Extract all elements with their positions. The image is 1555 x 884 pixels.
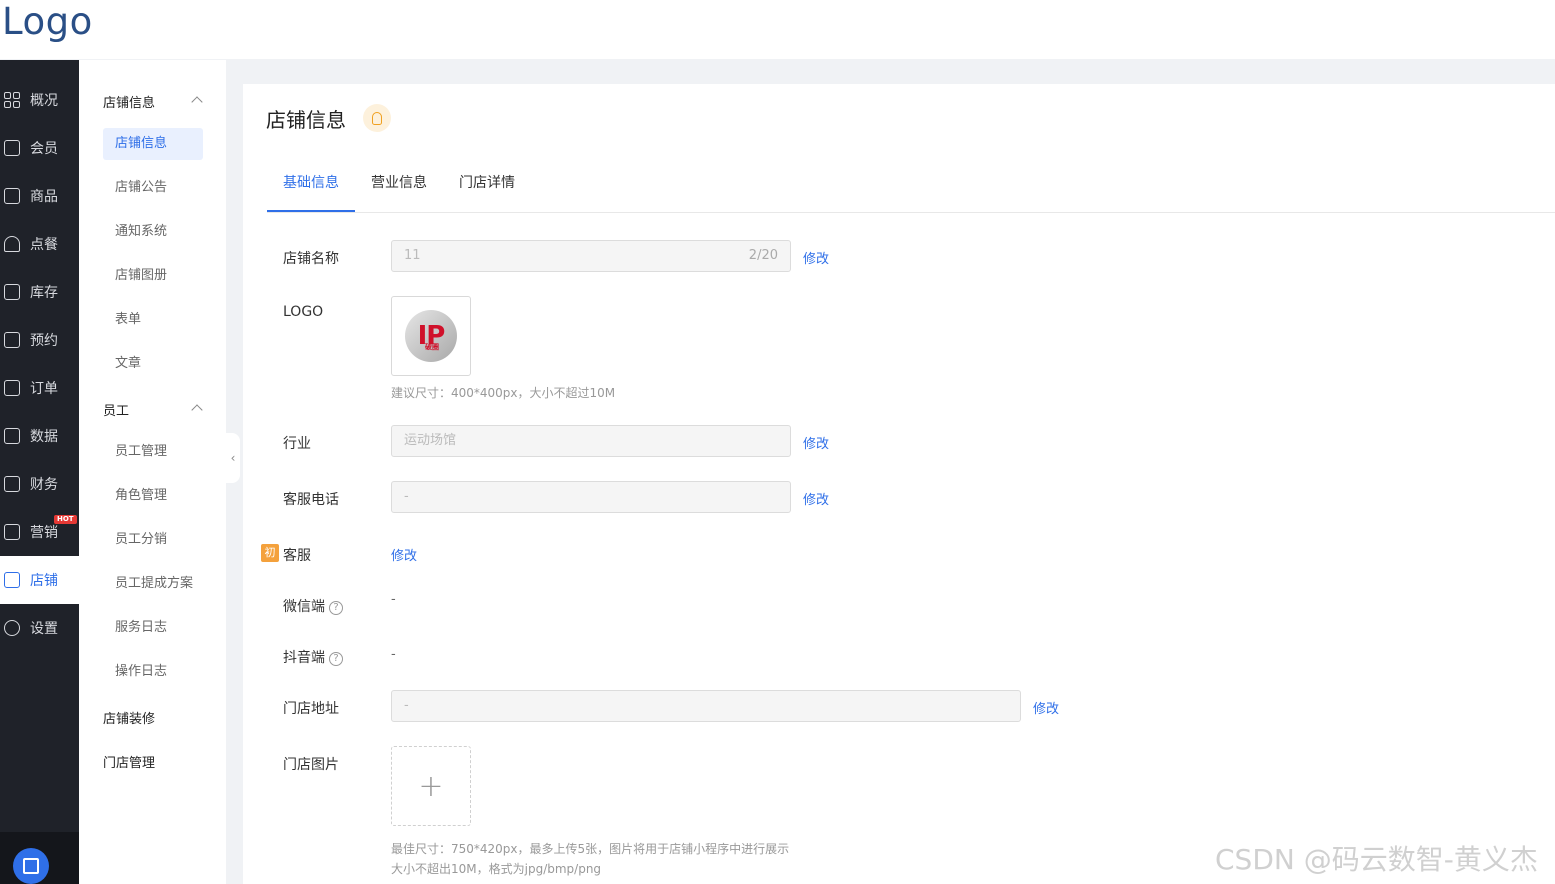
subnav-group-staff[interactable]: 员工: [103, 400, 129, 419]
edit-address-link[interactable]: 修改: [1033, 698, 1059, 717]
subnav-item-roles[interactable]: 角色管理: [103, 480, 203, 512]
tab-store-details[interactable]: 门店详情: [459, 172, 515, 192]
watermark: CSDN @码云数智-黄义杰: [1215, 843, 1538, 876]
floating-action-button[interactable]: [13, 848, 49, 884]
subnav-group-store-info[interactable]: 店铺信息: [103, 92, 155, 111]
subnav-item-form[interactable]: 表单: [103, 304, 203, 336]
help-icon[interactable]: ?: [329, 601, 343, 615]
chevron-left-icon: ‹: [230, 451, 236, 465]
help-icon[interactable]: ?: [329, 652, 343, 666]
nav-item-finance[interactable]: 财务: [0, 460, 79, 508]
nav-item-ordering[interactable]: 点餐: [0, 220, 79, 268]
edit-industry-link[interactable]: 修改: [803, 433, 829, 452]
nav-item-overview[interactable]: 概况: [0, 76, 79, 124]
shop-icon: [4, 188, 20, 204]
address-label: 门店地址: [283, 701, 339, 717]
hot-badge: HOT: [54, 515, 77, 524]
nav-item-orders[interactable]: 订单: [0, 364, 79, 412]
main-card: 店铺信息 基础信息 营业信息 门店详情 店铺名称 11 2/20 修改 LOGO…: [243, 84, 1555, 884]
photos-format-hint: 大小不超出10M，格式为jpg/bmp/png: [391, 862, 602, 876]
beginner-tag: 初: [261, 544, 279, 562]
nav-item-booking[interactable]: 预约: [0, 316, 79, 364]
chevron-up-icon[interactable]: [191, 96, 203, 108]
subnav-item-service-log[interactable]: 服务日志: [103, 612, 203, 644]
logo-hint: 建议尺寸：400*400px，大小不超过10M: [391, 386, 616, 400]
subnav-item-operation-log[interactable]: 操作日志: [103, 656, 203, 688]
subnav-item-staff-distribution[interactable]: 员工分销: [103, 524, 203, 556]
lightbulb-icon: [372, 111, 382, 125]
crown-icon: [4, 140, 20, 156]
upload-photo-button[interactable]: +: [391, 746, 471, 826]
dashboard-icon: [4, 92, 20, 108]
edit-store-name-link[interactable]: 修改: [803, 248, 829, 267]
subnav-item-commission[interactable]: 员工提成方案: [103, 568, 203, 600]
secondary-nav: 店铺信息 店铺信息 店铺公告 通知系统 店铺图册 表单 文章 员工 员工管理 角…: [79, 60, 226, 884]
photos-hint: 最佳尺寸：750*420px，最多上传5张，图片将用于店铺小程序中进行展示: [391, 842, 790, 856]
tab-basic-info[interactable]: 基础信息: [283, 172, 339, 192]
nav-item-inventory[interactable]: 库存: [0, 268, 79, 316]
active-tab-indicator: [267, 210, 355, 212]
tab-bar: 基础信息 营业信息 门店详情: [267, 156, 1555, 213]
photos-label: 门店图片: [283, 757, 339, 773]
logo-image[interactable]: IP 破圈: [391, 296, 471, 376]
phone-input[interactable]: -: [391, 481, 791, 513]
store-name-input[interactable]: 11 2/20: [391, 240, 791, 272]
address-input[interactable]: -: [391, 690, 1021, 722]
app-logo[interactable]: Logo: [2, 0, 93, 43]
marketing-icon: [4, 524, 20, 540]
subnav-item-decoration[interactable]: 店铺装修: [103, 708, 155, 727]
industry-input[interactable]: 运动场馆: [391, 425, 791, 457]
nav-item-members[interactable]: 会员: [0, 124, 79, 172]
phone-label: 客服电话: [283, 492, 339, 508]
chart-icon: [4, 428, 20, 444]
edit-service-link[interactable]: 修改: [391, 545, 417, 564]
chevron-up-icon[interactable]: [191, 404, 203, 416]
gear-icon: [4, 620, 20, 636]
wechat-value: -: [391, 592, 396, 607]
subnav-item-store-info[interactable]: 店铺信息: [103, 128, 203, 160]
subnav-item-staff-management[interactable]: 员工管理: [103, 436, 203, 468]
dish-icon: [4, 236, 20, 252]
subnav-item-store-management[interactable]: 门店管理: [103, 752, 155, 771]
subnav-item-notification[interactable]: 通知系统: [103, 216, 203, 248]
edit-phone-link[interactable]: 修改: [803, 489, 829, 508]
tab-business-info[interactable]: 营业信息: [371, 172, 427, 192]
nav-item-marketing[interactable]: 营销 HOT: [0, 508, 79, 556]
industry-label: 行业: [283, 436, 311, 452]
wechat-label: 微信端?: [283, 596, 343, 616]
douyin-value: -: [391, 647, 396, 662]
store-icon: [4, 572, 20, 588]
nav-item-store[interactable]: 店铺: [0, 556, 79, 604]
char-count: 2/20: [748, 248, 778, 263]
page-title: 店铺信息: [266, 108, 346, 132]
service-label: 客服: [283, 548, 311, 564]
order-list-icon: [4, 380, 20, 396]
yuan-icon: [4, 476, 20, 492]
nav-item-data[interactable]: 数据: [0, 412, 79, 460]
primary-nav: 概况 会员 商品 点餐 库存 预约 订单 数据 财务 营销 HOT 店铺 设置: [0, 60, 79, 884]
top-bar: Logo: [0, 0, 1555, 59]
tip-button[interactable]: [363, 104, 391, 132]
calendar-check-icon: [4, 332, 20, 348]
subnav-item-album[interactable]: 店铺图册: [103, 260, 203, 292]
store-name-label: 店铺名称: [283, 251, 339, 267]
plus-icon: +: [418, 768, 444, 804]
douyin-label: 抖音端?: [283, 647, 343, 667]
nav-item-products[interactable]: 商品: [0, 172, 79, 220]
subnav-item-article[interactable]: 文章: [103, 348, 203, 380]
nav-item-settings[interactable]: 设置: [0, 604, 79, 652]
inventory-icon: [4, 284, 20, 300]
feedback-icon: [23, 858, 39, 874]
collapse-sidebar-button[interactable]: ‹: [226, 433, 240, 483]
subnav-item-announcement[interactable]: 店铺公告: [103, 172, 203, 204]
logo-label: LOGO: [283, 304, 324, 320]
